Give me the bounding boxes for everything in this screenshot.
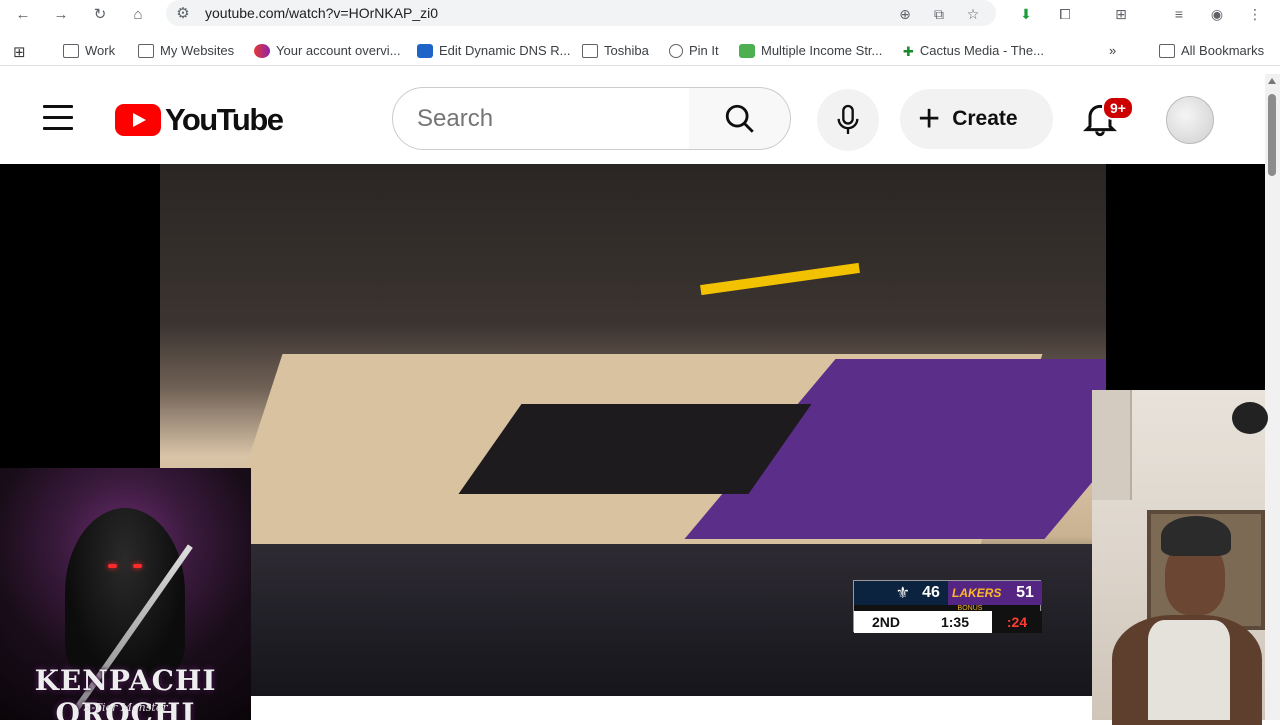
bookmark-account-overview[interactable]: Your account overvi... [254, 43, 401, 58]
site-icon [254, 43, 270, 58]
youtube-logo[interactable]: YouTube [115, 102, 284, 138]
profile-icon[interactable]: ◉ [1206, 3, 1228, 25]
basketball-hoop [700, 262, 860, 296]
shot-clock: :24 [992, 611, 1042, 633]
media-icon[interactable]: ≡ [1168, 3, 1190, 25]
bookmark-my-websites[interactable]: My Websites [138, 43, 234, 58]
tab-search-icon[interactable]: ⊞ [1110, 3, 1132, 25]
download-extension-icon[interactable]: ⬇ [1015, 3, 1037, 25]
background-door [1092, 390, 1132, 500]
back-arrow-icon[interactable]: ← [12, 3, 34, 25]
cactus-icon: ✚ [903, 43, 914, 59]
youtube-play-icon [115, 104, 161, 136]
album-subtitle: S-Tier Monster [83, 701, 168, 714]
page-scrollbar[interactable] [1265, 74, 1280, 720]
bookmark-cactus-media[interactable]: ✚ Cactus Media - The... [903, 43, 1044, 59]
user-avatar[interactable] [1166, 96, 1214, 144]
bookmarks-overflow-button[interactable]: » [1109, 43, 1116, 58]
folder-icon [138, 43, 154, 58]
home-icon[interactable]: ⌂ [127, 3, 149, 25]
below-video-area [251, 696, 1092, 720]
wall-camera [1232, 402, 1268, 434]
bookmark-dynamic-dns[interactable]: Edit Dynamic DNS R... [417, 43, 570, 58]
bookmark-toshiba[interactable]: Toshiba [582, 43, 649, 58]
notification-badge: 9+ [1102, 96, 1134, 120]
bookmark-work[interactable]: Work [63, 43, 115, 58]
site-icon [417, 43, 433, 58]
install-icon[interactable]: ⧉ [928, 3, 950, 25]
menu-icon[interactable]: ⋮ [1244, 3, 1266, 25]
site-settings-icon[interactable]: ⚙ [172, 2, 194, 24]
scoreboard: ⚜ 46 LAKERS 51 BONUS 2ND 1:35 :24 [853, 580, 1042, 633]
folder-icon [63, 43, 79, 58]
scrollbar-thumb[interactable] [1268, 94, 1276, 176]
microphone-icon [837, 104, 859, 134]
search-icon [725, 104, 754, 133]
glowing-eyes [108, 564, 142, 570]
bookmarks-bar: ⊞ Work My Websites Your account overvi..… [0, 36, 1280, 66]
person-tank-top [1148, 620, 1230, 720]
scroll-up-arrow-icon[interactable] [1268, 78, 1276, 84]
folder-icon [582, 43, 598, 58]
voice-search-button[interactable] [817, 89, 879, 151]
extensions-icon[interactable]: ⧠ [1054, 3, 1076, 25]
person-durag [1161, 516, 1231, 556]
all-bookmarks-button[interactable]: All Bookmarks [1159, 43, 1264, 58]
search-button[interactable] [689, 87, 791, 150]
team2-score: 51 [1008, 581, 1042, 605]
warrior-figure [65, 508, 185, 678]
star-icon[interactable]: ☆ [962, 3, 984, 25]
zoom-icon[interactable]: ⊕ [894, 3, 916, 25]
search-input[interactable] [417, 105, 677, 133]
quarter: 2ND [871, 614, 900, 630]
album-art-overlay: KENPACHI OROCHI S-Tier Monster [0, 468, 251, 720]
reload-icon[interactable]: ↻ [89, 3, 111, 25]
folder-icon [1159, 43, 1175, 58]
pelicans-logo-icon: ⚜ [854, 581, 914, 605]
apps-icon[interactable]: ⊞ [13, 43, 26, 61]
create-button[interactable]: + Create [900, 89, 1053, 149]
site-icon [739, 43, 755, 58]
game-clock: 1:35 [940, 614, 970, 630]
menu-hamburger-icon[interactable] [43, 105, 73, 131]
plus-icon: + [918, 98, 941, 140]
forward-arrow-icon[interactable]: → [50, 3, 72, 25]
search-field[interactable] [392, 87, 690, 150]
bookmark-multiple-income[interactable]: Multiple Income Str... [739, 43, 882, 58]
url-text[interactable]: youtube.com/watch?v=HOrNKAP_zi0 [205, 5, 438, 21]
team1-score: 46 [914, 581, 948, 605]
globe-icon [669, 43, 683, 58]
browser-toolbar: ← → ↻ ⌂ ⚙ youtube.com/watch?v=HOrNKAP_zi… [0, 0, 1280, 28]
youtube-header: YouTube + Create 9+ [0, 74, 1265, 164]
bookmark-pin-it[interactable]: Pin It [669, 43, 719, 58]
